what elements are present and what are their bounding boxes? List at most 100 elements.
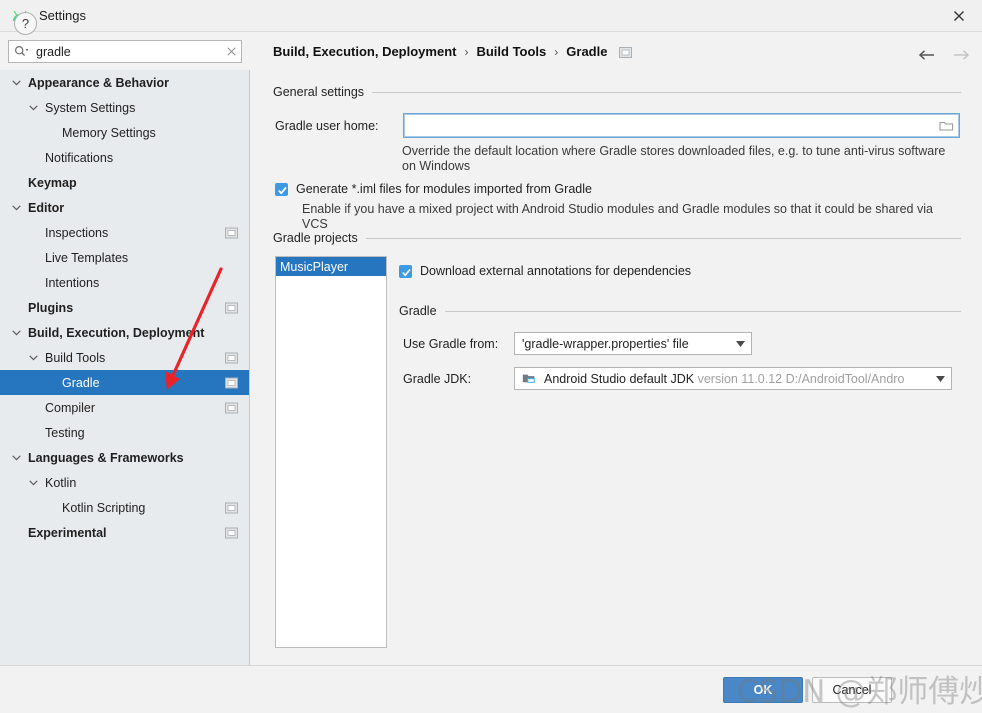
- sidebar-item-live-templates[interactable]: Live Templates: [0, 245, 249, 270]
- use-gradle-from-select[interactable]: 'gradle-wrapper.properties' file: [514, 332, 752, 355]
- divider: [444, 310, 961, 312]
- sidebar-item-memory-settings[interactable]: Memory Settings: [0, 120, 249, 145]
- sidebar-item-label: Build, Execution, Deployment: [28, 325, 205, 340]
- sidebar-item-label: Inspections: [45, 225, 109, 240]
- window-title: Settings: [39, 8, 86, 23]
- chevron-down-icon[interactable]: [729, 340, 751, 347]
- panel-icon[interactable]: [225, 402, 238, 413]
- gradle-jdk-select[interactable]: Android Studio default JDK version 11.0.…: [514, 367, 952, 390]
- folder-icon[interactable]: [933, 114, 959, 137]
- panel-icon[interactable]: [225, 502, 238, 513]
- sidebar-item-kotlin-scripting[interactable]: Kotlin Scripting: [0, 495, 249, 520]
- breadcrumb: Build, Execution, Deployment › Build Too…: [273, 44, 633, 59]
- use-gradle-from-label: Use Gradle from:: [403, 337, 499, 351]
- chevron-down-icon[interactable]: [10, 445, 23, 470]
- arrow-left-icon[interactable]: [915, 44, 939, 66]
- sidebar-item-notifications[interactable]: Notifications: [0, 145, 249, 170]
- panel-icon[interactable]: [225, 227, 238, 238]
- sidebar-item-plugins[interactable]: Plugins: [0, 295, 249, 320]
- sidebar-item-languages-frameworks[interactable]: Languages & Frameworks: [0, 445, 249, 470]
- arrow-right-icon: [949, 44, 973, 66]
- gradle-user-home-label: Gradle user home:: [275, 119, 379, 133]
- download-annotations-checkbox[interactable]: [399, 265, 412, 278]
- gradle-subgroup-title: Gradle: [399, 304, 961, 318]
- gradle-user-home-input[interactable]: [410, 115, 933, 136]
- gradle-project-list[interactable]: MusicPlayer: [275, 256, 387, 648]
- chevron-down-icon[interactable]: [27, 470, 40, 495]
- sidebar-item-label: Kotlin: [45, 475, 77, 490]
- chevron-down-icon[interactable]: [27, 95, 40, 120]
- gradle-user-home-field[interactable]: [403, 113, 960, 138]
- search-icon: [14, 45, 30, 59]
- sidebar-item-label: Editor: [28, 200, 65, 215]
- download-annotations-checkbox-row[interactable]: Download external annotations for depend…: [399, 264, 691, 278]
- group-label: Gradle: [399, 304, 437, 318]
- panel-icon[interactable]: [225, 302, 238, 313]
- sidebar-item-experimental[interactable]: Experimental: [0, 520, 249, 545]
- breadcrumb-part-1[interactable]: Build Tools: [476, 44, 546, 59]
- chevron-down-icon[interactable]: [10, 320, 23, 345]
- sidebar-item-label: Experimental: [28, 525, 107, 540]
- panel-icon[interactable]: [225, 527, 238, 538]
- list-item[interactable]: MusicPlayer: [276, 257, 386, 276]
- breadcrumb-part-2[interactable]: Gradle: [566, 44, 607, 59]
- sidebar-item-build-tools[interactable]: Build Tools: [0, 345, 249, 370]
- chevron-down-icon[interactable]: [929, 375, 951, 382]
- breadcrumb-separator: ›: [554, 44, 559, 59]
- close-icon[interactable]: [936, 0, 982, 31]
- chevron-down-icon[interactable]: [27, 345, 40, 370]
- sidebar-item-label: Memory Settings: [62, 125, 156, 140]
- download-annotations-label: Download external annotations for depend…: [420, 264, 692, 278]
- panel-icon[interactable]: [619, 46, 633, 58]
- sidebar-item-editor[interactable]: Editor: [0, 195, 249, 220]
- divider: [372, 91, 961, 93]
- chevron-down-icon[interactable]: [10, 195, 23, 220]
- sidebar-item-inspections[interactable]: Inspections: [0, 220, 249, 245]
- sidebar-item-intentions[interactable]: Intentions: [0, 270, 249, 295]
- settings-tree[interactable]: Appearance & Behavior System Settings Memo…: [0, 70, 250, 665]
- gradle-jdk-detail: version 11.0.12 D:/AndroidTool/Andro: [697, 371, 905, 386]
- sidebar-item-appearance-behavior[interactable]: Appearance & Behavior: [0, 70, 249, 95]
- panel-icon[interactable]: [225, 352, 238, 363]
- sidebar-item-label: Languages & Frameworks: [28, 450, 184, 465]
- sidebar-item-label: System Settings: [45, 100, 136, 115]
- generate-iml-label: Generate *.iml files for modules importe…: [296, 182, 592, 196]
- panel-icon[interactable]: [225, 377, 238, 388]
- help-button[interactable]: ?: [14, 12, 37, 35]
- gradle-user-home-hint: Override the default location where Grad…: [402, 144, 946, 173]
- breadcrumb-part-0[interactable]: Build, Execution, Deployment: [273, 44, 456, 59]
- ok-button[interactable]: OK: [723, 677, 803, 703]
- sidebar-item-kotlin[interactable]: Kotlin: [0, 470, 249, 495]
- generate-iml-checkbox-row[interactable]: Generate *.iml files for modules importe…: [275, 182, 895, 196]
- use-gradle-from-value: 'gradle-wrapper.properties' file: [522, 336, 689, 351]
- sidebar-item-label: Keymap: [28, 175, 77, 190]
- search-input[interactable]: [36, 42, 221, 61]
- sidebar-item-build-execution-deployment[interactable]: Build, Execution, Deployment: [0, 320, 249, 345]
- group-label: Gradle projects: [273, 231, 358, 245]
- generate-iml-checkbox[interactable]: [275, 183, 288, 196]
- sidebar-item-label: Testing: [45, 425, 85, 440]
- gradle-jdk-label: Gradle JDK:: [403, 372, 472, 386]
- sidebar-item-keymap[interactable]: Keymap: [0, 170, 249, 195]
- chevron-down-icon[interactable]: [10, 70, 23, 95]
- clear-icon[interactable]: [221, 41, 241, 62]
- cancel-button[interactable]: Cancel: [812, 677, 892, 703]
- sidebar-item-label: Intentions: [45, 275, 100, 290]
- sidebar-item-testing[interactable]: Testing: [0, 420, 249, 445]
- breadcrumb-separator: ›: [464, 44, 469, 59]
- sidebar-item-label: Appearance & Behavior: [28, 75, 170, 90]
- sidebar-item-gradle[interactable]: Gradle: [0, 370, 249, 395]
- sidebar-item-label: Live Templates: [45, 250, 129, 265]
- search-box[interactable]: [8, 40, 242, 63]
- sidebar-item-system-settings[interactable]: System Settings: [0, 95, 249, 120]
- sidebar-item-label: Compiler: [45, 400, 96, 415]
- sidebar-item-compiler[interactable]: Compiler: [0, 395, 249, 420]
